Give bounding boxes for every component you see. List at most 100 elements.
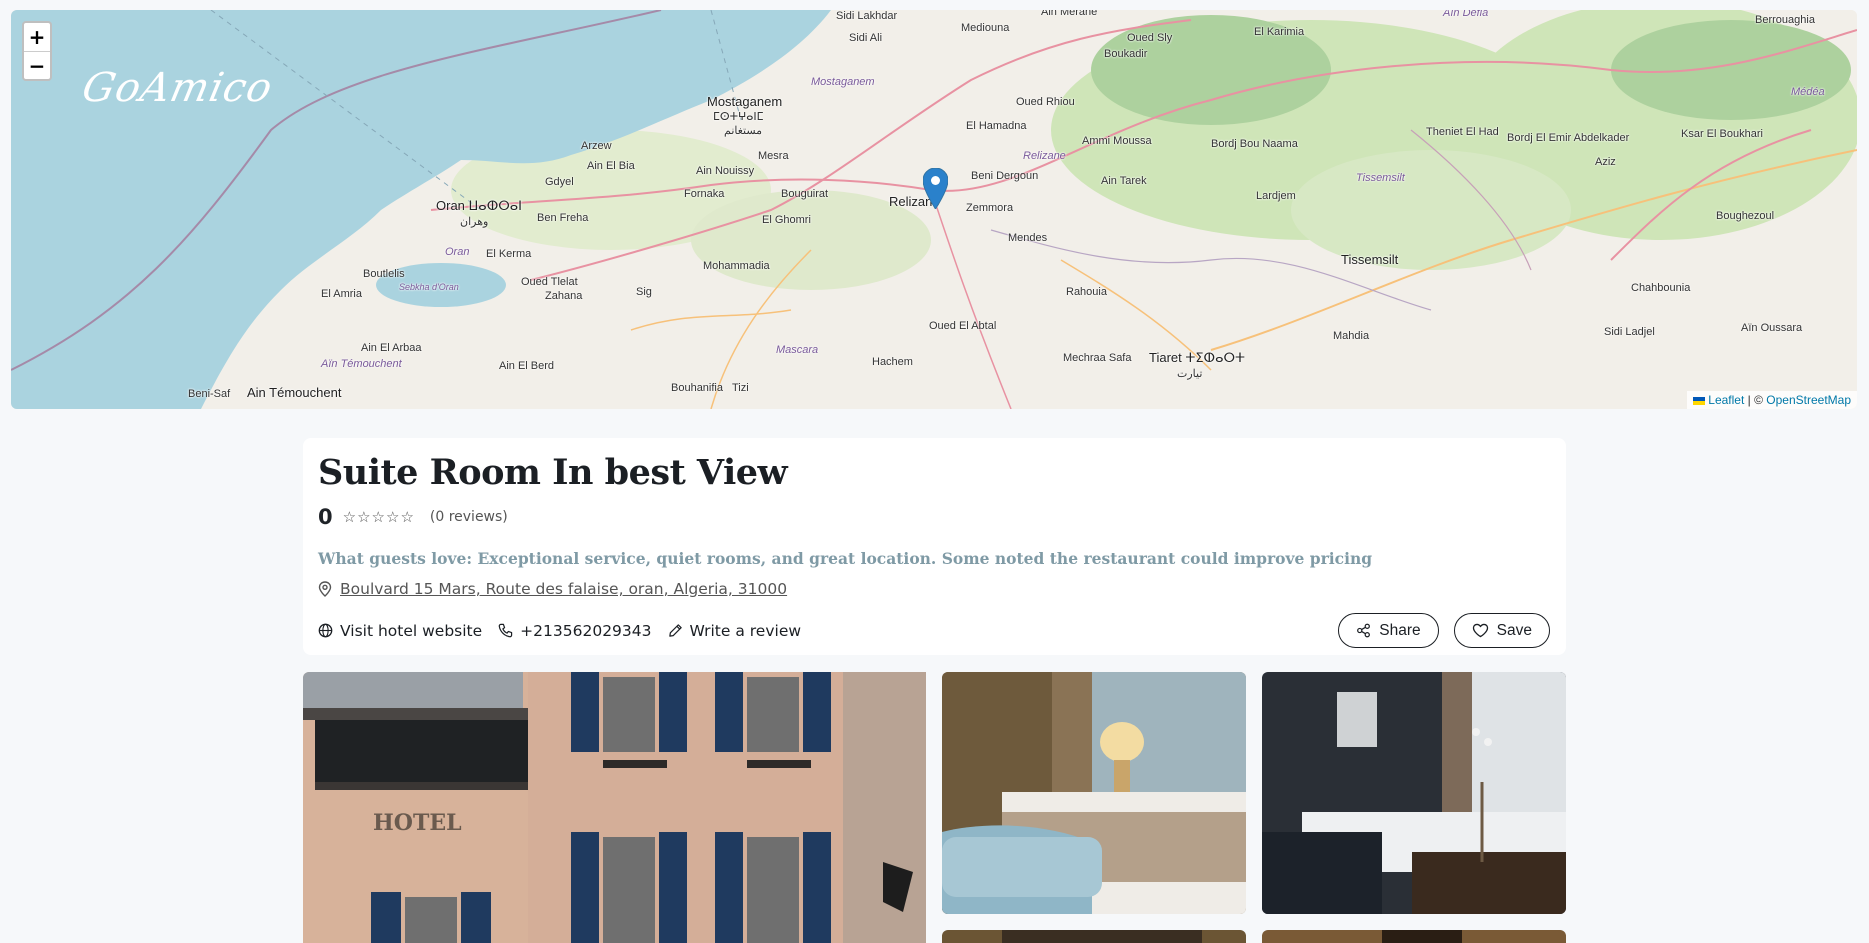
phone-link[interactable]: +213562029343 [498,621,652,640]
leaflet-link[interactable]: Leaflet [1708,393,1744,407]
gallery-photo[interactable] [1262,930,1566,943]
map-label: Zemmora [966,202,1014,214]
share-button[interactable]: Share [1338,613,1439,648]
rating-row: 0 ☆ ☆ ☆ ☆ ☆ (0 reviews) [318,505,1551,529]
phone-number: +213562029343 [520,621,652,640]
globe-icon [318,623,333,638]
gallery-photo[interactable] [1262,672,1566,914]
save-button[interactable]: Save [1453,613,1550,648]
zoom-in-button[interactable]: + [24,23,50,51]
visit-website-label: Visit hotel website [340,621,483,640]
zoom-out-button[interactable]: − [24,51,50,79]
map-attribution: Leaflet | © OpenStreetMap [1687,391,1857,409]
map-label: Beni Dergoun [971,170,1039,182]
map-label: Boukadir [1104,48,1148,60]
guests-love-summary: What guests love: Exceptional service, q… [318,549,1373,568]
map-label: ⵎⵙⵜⵖⴰⵏⵎ [713,111,764,123]
map-label: Ksar El Boukhari [1681,128,1763,140]
map-label: Gdyel [545,176,574,188]
map-label: Médéa [1791,86,1825,98]
map-label: Ain El Bia [587,160,635,172]
location-pin-icon [318,581,332,597]
map-label: Theniet El Had [1426,126,1499,138]
zoom-control: + − [22,21,52,81]
star-icon: ☆ [400,507,414,526]
map-label: Oued Rhiou [1016,96,1075,108]
share-icon [1357,623,1371,638]
map-label: مستغانم [724,125,763,137]
map-label: El Karimia [1254,26,1305,38]
map-label: Sidi Lakhdar [836,10,898,22]
map-label: Mesra [758,150,789,162]
map-label: El Hamadna [966,120,1027,132]
openstreetmap-link[interactable]: OpenStreetMap [1766,393,1851,407]
hotel-sign-text: HOTEL [373,810,462,836]
heart-icon [1472,623,1488,638]
map-label: Sidi Ladjel [1604,326,1655,338]
address-row: Boulvard 15 Mars, Route des falaise, ora… [318,580,1551,598]
map-label: Boutlelis [363,268,405,280]
write-review-label: Write a review [689,621,802,640]
map-label: El Ghomri [762,214,811,226]
map-label: Aziz [1595,156,1616,168]
map-label: Mendes [1008,232,1048,244]
map-label: Mascara [776,344,819,356]
map-label: Lardjem [1256,190,1296,202]
map-label: Oran ⵡⴰⵀⵔⴰⵏ [436,198,523,213]
map-label: Rahouia [1066,286,1107,298]
hotel-title: Suite Room In best View [318,452,788,493]
map-label: Mechraa Safa [1063,352,1132,364]
map-label: Ain Nouissy [696,165,755,177]
address-link[interactable]: Boulvard 15 Mars, Route des falaise, ora… [340,580,787,598]
share-label: Share [1379,621,1421,639]
star-icon: ☆ [357,507,371,526]
map-label: Aïn Oussara [1741,322,1803,334]
star-icon: ☆ [371,507,385,526]
map-label: Ammi Moussa [1082,135,1152,147]
map-label: Sebkha d'Oran [399,282,459,292]
map-label: Oued Sly [1127,32,1173,44]
map-label: Arzew [581,140,612,152]
visit-website-link[interactable]: Visit hotel website [318,622,482,640]
map-label: Tiaret ⵜⵉⵀⴰⵔⵜ [1149,350,1246,365]
map-label: Zahana [545,290,583,302]
map-label: Tissemsilt [1356,172,1405,184]
gallery-photo[interactable] [942,930,1246,943]
map-label: Bordj El Emir Abdelkader [1507,132,1630,144]
map-label: Ain Merane [1041,10,1098,18]
map-label: Ain El Berd [499,360,555,372]
map-label: Oran [445,246,470,258]
review-count: (0 reviews) [429,509,508,525]
map-label: Sidi Ali [849,32,883,44]
map-label: Hachem [872,356,913,368]
star-rating: ☆ ☆ ☆ ☆ ☆ [342,507,414,526]
star-icon: ☆ [385,507,400,526]
map-label: Mediouna [961,22,1010,34]
write-review-link[interactable]: Write a review [668,621,802,640]
map-label: Bouguirat [781,188,829,200]
map-label: Boughezoul [1716,210,1775,222]
map-label: El Kerma [486,248,532,260]
map-label: Ain Tarek [1101,175,1147,187]
location-map[interactable]: + − GoAmico Sidi Lakhdar Sidi Ali Mediou… [11,10,1857,409]
map-label: Chahbounia [1631,282,1691,294]
map-label: Fornaka [684,188,725,200]
map-label: Ben Freha [537,212,589,224]
map-label: Mostaganem [811,76,875,88]
map-label: Relizane [1023,150,1066,162]
hotel-info-card: Suite Room In best View 0 ☆ ☆ ☆ ☆ ☆ (0 r… [303,438,1566,655]
map-label: Ain El Arbaa [361,342,422,354]
action-row: Visit hotel website +213562029343 Write … [318,613,1551,648]
gallery-main-photo[interactable]: HOTEL [303,672,926,943]
card-buttons: Share Save [1338,613,1550,648]
location-marker-icon[interactable] [922,167,949,213]
map-label: Oued El Abtal [929,320,997,332]
map-label: Aïn Defla [1443,10,1489,19]
brand-logo: GoAmico [78,65,278,111]
gallery-photo[interactable] [942,672,1246,914]
map-label: Berrouaghia [1755,14,1815,26]
star-icon: ☆ [342,507,357,526]
ukraine-flag-icon [1693,396,1706,405]
rating-score: 0 [318,505,333,529]
map-label: Aïn Témouchent [321,358,402,370]
